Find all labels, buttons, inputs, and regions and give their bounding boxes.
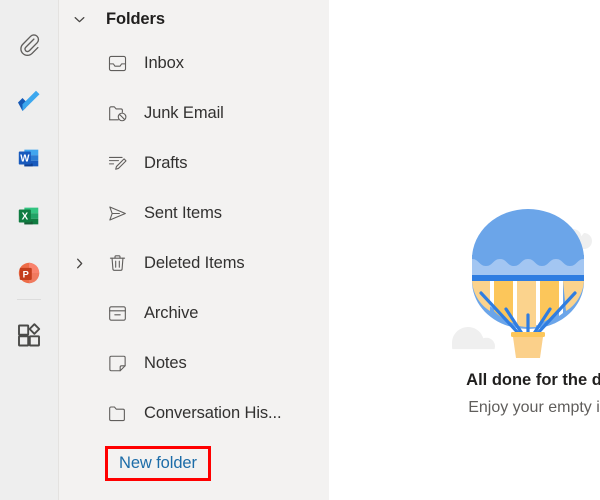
folder-label: Drafts [144,153,188,172]
word-icon-button[interactable]: W [0,136,58,184]
new-folder-button[interactable]: New folder [105,446,211,481]
folder-icon [105,401,129,425]
attachments-icon-button[interactable] [0,22,58,70]
chevron-right-icon[interactable] [67,251,91,275]
twisty-placeholder [67,51,91,75]
hot-air-balloon-illustration [379,193,600,361]
twisty-placeholder [67,201,91,225]
folder-label: Archive [144,303,199,322]
powerpoint-icon-button[interactable]: P [0,251,58,299]
folder-label: Deleted Items [144,253,245,272]
empty-state: All done for the d Enjoy your empty i [379,193,600,417]
notes-icon [105,351,129,375]
folder-label: Inbox [144,53,184,72]
twisty-placeholder [67,101,91,125]
folder-item-deleted-items[interactable]: Deleted Items [59,238,329,288]
empty-state-title: All done for the d [466,371,600,389]
twisty-placeholder [67,351,91,375]
to-do-icon-button[interactable] [0,79,58,127]
twisty-placeholder [67,301,91,325]
new-folder-wrapper: New folder [105,445,211,481]
excel-icon: X [16,203,42,234]
svg-text:W: W [20,153,30,164]
new-folder-row: New folder [59,438,329,488]
sent-items-icon [105,201,129,225]
chevron-down-icon[interactable] [67,7,91,31]
archive-icon [105,301,129,325]
attachments-icon [16,31,42,62]
empty-state-subtitle: Enjoy your empty i [468,399,600,416]
folder-item-drafts[interactable]: Drafts [59,138,329,188]
rail-divider [17,299,41,300]
inbox-icon [105,51,129,75]
svg-text:P: P [23,269,29,279]
drafts-icon [105,151,129,175]
page-title: Folders [106,9,165,28]
folder-list: Inbox Junk Email Drafts Sent Items Delet… [59,38,329,488]
twisty-placeholder [67,401,91,425]
folder-label: Conversation His... [144,403,282,422]
folder-label: Junk Email [144,103,224,122]
apps-icon [15,321,43,354]
svg-text:X: X [22,211,29,222]
outlook-window: W X P Folders Inbox Junk Email Drafts Se… [0,0,600,500]
folder-item-sent-items[interactable]: Sent Items [59,188,329,238]
junk-email-icon [105,101,129,125]
folder-label: Sent Items [144,203,222,222]
apps-icon-button[interactable] [0,313,58,361]
folders-header[interactable]: Folders [59,0,329,38]
excel-icon-button[interactable]: X [0,194,58,242]
folder-item-archive[interactable]: Archive [59,288,329,338]
to-do-icon [15,87,43,120]
app-rail: W X P [0,0,59,500]
folder-label: Notes [144,353,187,372]
trash-icon [105,251,129,275]
twisty-placeholder [67,151,91,175]
word-icon: W [16,145,42,176]
folder-item-junk-email[interactable]: Junk Email [59,88,329,138]
powerpoint-icon: P [16,260,42,291]
folder-pane: Folders Inbox Junk Email Drafts Sent Ite… [59,0,329,500]
folder-item-inbox[interactable]: Inbox [59,38,329,88]
folder-item-notes[interactable]: Notes [59,338,329,388]
reading-pane: All done for the d Enjoy your empty i [329,0,600,500]
folder-item-conversation-history[interactable]: Conversation His... [59,388,329,438]
